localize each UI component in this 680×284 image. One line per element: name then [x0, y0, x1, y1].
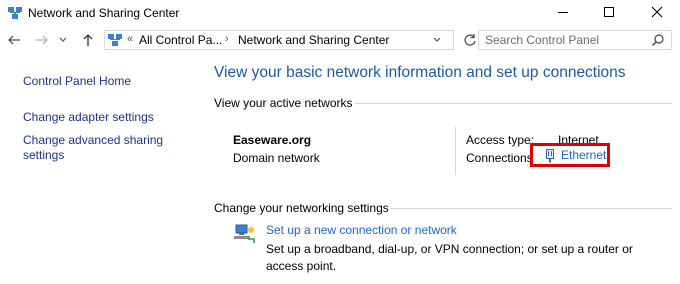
- minimize-button[interactable]: [540, 0, 586, 24]
- breadcrumb-overflow[interactable]: «: [127, 33, 133, 45]
- address-bar[interactable]: « All Control Pa... › Network and Sharin…: [104, 30, 454, 50]
- breadcrumb-separator-icon: ›: [225, 33, 229, 45]
- chevron-down-icon[interactable]: [56, 30, 70, 50]
- breadcrumb-control-panel[interactable]: All Control Pa...: [139, 33, 222, 47]
- setup-connection-icon[interactable]: [232, 222, 256, 246]
- ethernet-highlight[interactable]: Ethernet: [530, 143, 610, 167]
- window-title: Network and Sharing Center: [28, 6, 180, 20]
- control-panel-home-link[interactable]: Control Panel Home: [23, 74, 131, 89]
- back-arrow-icon[interactable]: [4, 30, 24, 50]
- setup-connection-link[interactable]: Set up a new connection or network: [266, 223, 457, 237]
- chevron-down-icon[interactable]: [429, 31, 445, 49]
- ethernet-icon: [545, 149, 555, 163]
- change-settings-label: Change your networking settings: [214, 201, 389, 215]
- maximize-button[interactable]: [586, 0, 632, 24]
- search-icon[interactable]: [651, 33, 665, 47]
- network-icon: [7, 5, 23, 21]
- page-title: View your basic network information and …: [214, 64, 626, 81]
- divider: [455, 127, 456, 175]
- setup-connection-description: Set up a broadband, dial-up, or VPN conn…: [266, 242, 633, 273]
- network-name: Easeware.org: [233, 133, 312, 147]
- search-input[interactable]: Search Control Panel: [478, 30, 672, 50]
- active-networks-label: View your active networks: [214, 96, 353, 110]
- network-type-link[interactable]: Domain network: [233, 151, 320, 165]
- divider: [355, 103, 672, 104]
- access-type-label: Access type:: [466, 133, 535, 147]
- connections-label: Connections:: [466, 151, 537, 165]
- divider: [390, 208, 672, 209]
- up-arrow-icon[interactable]: [78, 30, 98, 50]
- refresh-icon[interactable]: [460, 30, 480, 50]
- close-button[interactable]: [634, 0, 680, 24]
- ethernet-link[interactable]: Ethernet: [561, 148, 606, 162]
- network-icon: [107, 32, 123, 48]
- search-placeholder: Search Control Panel: [485, 33, 600, 47]
- title-bar: Network and Sharing Center: [0, 0, 680, 27]
- change-adapter-settings-link[interactable]: Change adapter settings: [23, 110, 154, 125]
- change-advanced-sharing-link[interactable]: Change advanced sharing settings: [23, 133, 183, 163]
- breadcrumb-network-center[interactable]: Network and Sharing Center: [238, 33, 389, 47]
- forward-arrow-icon[interactable]: [32, 30, 52, 50]
